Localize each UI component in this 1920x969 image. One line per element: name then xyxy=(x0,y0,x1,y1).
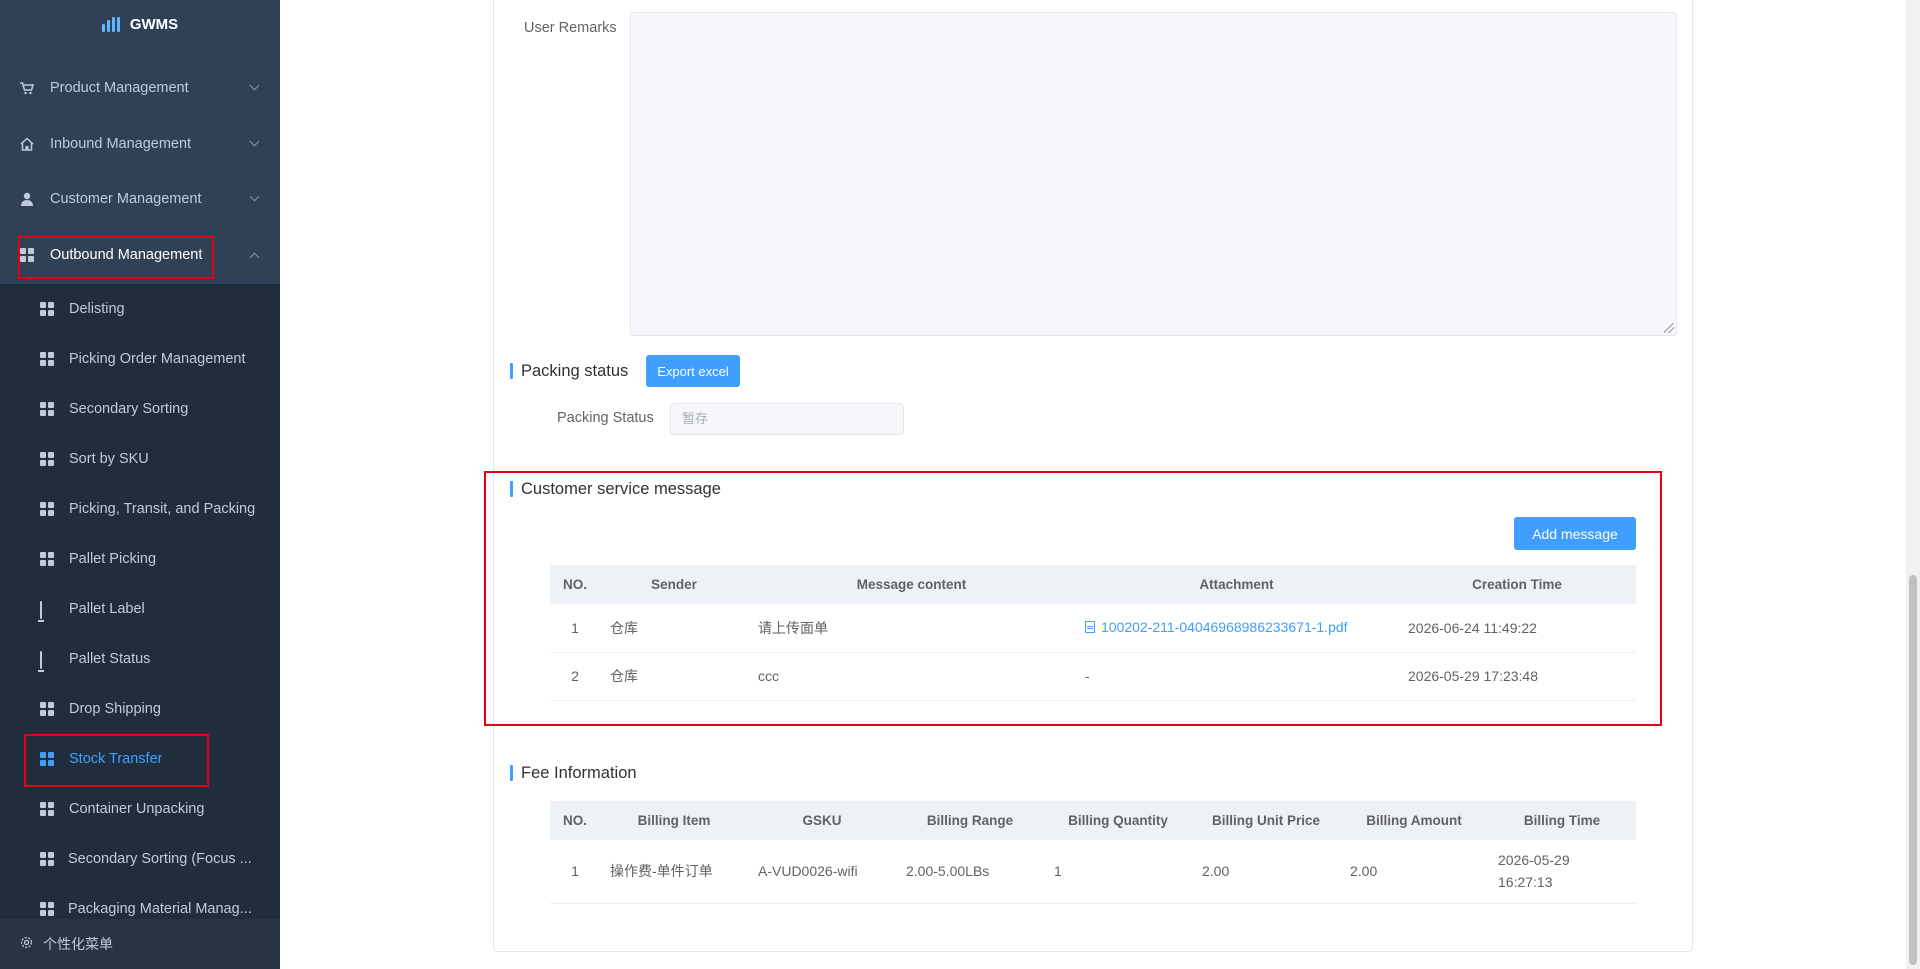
grid-icon xyxy=(40,852,54,866)
sidebar-item-label: Pallet Picking xyxy=(69,551,157,567)
table-header-row: NO. Billing Item GSKU Billing Range Bill… xyxy=(550,801,1636,840)
sidebar-item-pallet-status[interactable]: Pallet Status xyxy=(0,634,280,684)
sidebar-item-pallet-picking[interactable]: Pallet Picking xyxy=(0,534,280,584)
pallet-icon xyxy=(40,601,54,619)
user-icon xyxy=(20,192,34,206)
logo-bars-icon xyxy=(101,16,120,32)
app-title: GWMS xyxy=(129,15,179,33)
column-header: GSKU xyxy=(748,801,896,840)
chevron-up-icon xyxy=(249,252,260,263)
menu-item-product-management[interactable]: Product Management xyxy=(0,60,280,116)
scrollbar-thumb[interactable] xyxy=(1909,575,1917,965)
sidebar-item-label: Delisting xyxy=(69,301,125,317)
sidebar-item-picking-order-management[interactable]: Picking Order Management xyxy=(0,334,280,384)
column-header: NO. xyxy=(550,801,600,840)
column-header: Billing Item xyxy=(600,801,748,840)
fee-information-title: Fee Information xyxy=(510,763,637,783)
logo[interactable]: GWMS xyxy=(0,0,280,48)
resize-handle-icon[interactable] xyxy=(1664,323,1674,333)
main-content: User Remarks Packing status Export excel… xyxy=(280,0,1920,969)
column-header: Billing Range xyxy=(896,801,1044,840)
column-header: Billing Quantity xyxy=(1044,801,1192,840)
sidebar-item-secondary-sorting[interactable]: Secondary Sorting xyxy=(0,384,280,434)
packing-status-input[interactable]: 暂存 xyxy=(670,403,904,435)
table-row: 1 操作费-单件订单 A-VUD0026-wifi 2.00-5.00LBs 1… xyxy=(550,840,1636,904)
row-billing-time: 2026-05-29 16:27:13 xyxy=(1488,840,1636,904)
packing-status-label: Packing Status xyxy=(557,410,654,426)
sidebar-item-pallet-label[interactable]: Pallet Label xyxy=(0,584,280,634)
sidebar-item-delisting[interactable]: Delisting xyxy=(0,284,280,334)
chevron-down-icon xyxy=(249,136,260,147)
sidebar-item-picking-transit-packing[interactable]: Picking, Transit, and Packing xyxy=(0,484,280,534)
menu-label: Inbound Management xyxy=(50,136,192,152)
grid-icon xyxy=(40,702,54,716)
sidebar-item-label: Packaging Material Manag... xyxy=(68,901,252,917)
row-no: 1 xyxy=(550,840,600,904)
pallet-icon xyxy=(40,651,54,669)
highlight-stock-transfer xyxy=(24,734,209,787)
sidebar-item-drop-shipping[interactable]: Drop Shipping xyxy=(0,684,280,734)
grid-icon xyxy=(40,452,54,466)
grid-icon xyxy=(40,302,54,316)
grid-icon xyxy=(40,802,54,816)
sidebar-item-label: Container Unpacking xyxy=(69,801,205,817)
row-billing-item: 操作费-单件订单 xyxy=(600,840,748,904)
custom-menu-label: 个性化菜单 xyxy=(43,936,113,952)
sidebar-item-label: Secondary Sorting xyxy=(69,401,189,417)
cart-icon xyxy=(20,81,34,95)
sidebar-item-label: Secondary Sorting (Focus ... xyxy=(68,851,252,867)
scrollbar[interactable] xyxy=(1906,0,1920,969)
highlight-outbound xyxy=(18,236,214,279)
sidebar-item-secondary-sorting-focus[interactable]: Secondary Sorting (Focus ... xyxy=(0,834,280,884)
sidebar-item-label: Pallet Label xyxy=(69,601,145,617)
sidebar-item-label: Picking, Transit, and Packing xyxy=(69,501,256,517)
menu-label: Product Management xyxy=(50,80,189,96)
sidebar-item-sort-by-sku[interactable]: Sort by SKU xyxy=(0,434,280,484)
packing-status-title: Packing status xyxy=(510,361,628,381)
user-remarks-label: User Remarks xyxy=(524,20,617,36)
sidebar-item-label: Sort by SKU xyxy=(69,451,149,467)
row-gsku: A-VUD0026-wifi xyxy=(748,840,896,904)
row-billing-range: 2.00-5.00LBs xyxy=(896,840,1044,904)
menu-item-customer-management[interactable]: Customer Management xyxy=(0,171,280,227)
column-header: Billing Time xyxy=(1488,801,1636,840)
export-excel-button[interactable]: Export excel xyxy=(646,355,740,387)
row-billing-amount: 2.00 xyxy=(1340,840,1488,904)
sidebar-item-label: Pallet Status xyxy=(69,651,151,667)
fee-table: NO. Billing Item GSKU Billing Range Bill… xyxy=(550,801,1636,904)
sidebar-item-label: Picking Order Management xyxy=(69,351,246,367)
row-unit-price: 2.00 xyxy=(1192,840,1340,904)
grid-icon xyxy=(40,402,54,416)
menu-item-inbound-management[interactable]: Inbound Management xyxy=(0,116,280,172)
chevron-down-icon xyxy=(249,80,260,91)
column-header: Billing Amount xyxy=(1340,801,1488,840)
custom-menu-button[interactable]: 个性化菜单 xyxy=(0,919,280,969)
gear-icon xyxy=(20,936,33,952)
grid-icon xyxy=(40,552,54,566)
sidebar-item-label: Drop Shipping xyxy=(69,701,161,717)
highlight-customer-service-message xyxy=(484,471,1662,726)
chevron-down-icon xyxy=(249,191,260,202)
user-remarks-textarea[interactable] xyxy=(630,12,1677,336)
home-icon xyxy=(20,137,34,151)
grid-icon xyxy=(40,902,54,916)
row-billing-quantity: 1 xyxy=(1044,840,1192,904)
column-header: Billing Unit Price xyxy=(1192,801,1340,840)
grid-icon xyxy=(40,352,54,366)
grid-icon xyxy=(40,502,54,516)
sidebar: GWMS Product Management Inbound Manageme… xyxy=(0,0,280,969)
sidebar-item-container-unpacking[interactable]: Container Unpacking xyxy=(0,784,280,834)
menu-label: Customer Management xyxy=(50,191,202,207)
